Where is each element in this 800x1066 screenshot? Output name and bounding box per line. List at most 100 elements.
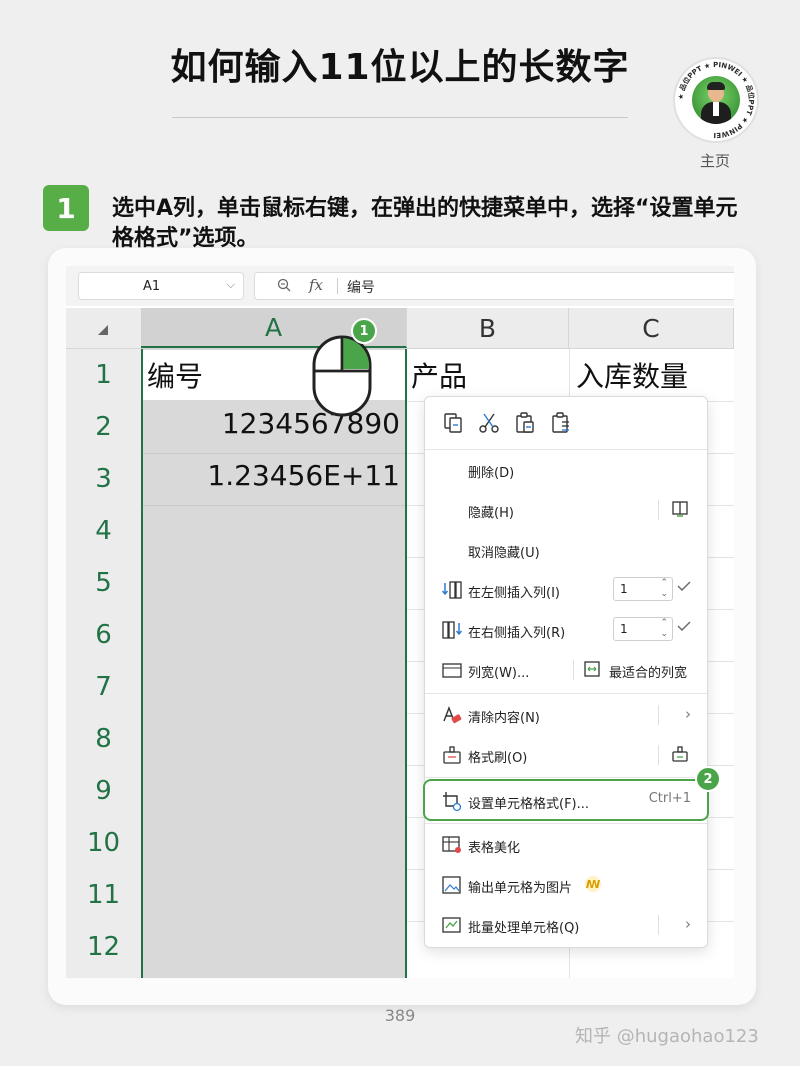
stepper-value: 1 bbox=[620, 622, 628, 636]
cell-a3[interactable]: 1.23456E+11 bbox=[207, 459, 400, 492]
confirm-check-icon[interactable] bbox=[677, 581, 691, 591]
row-header-6[interactable]: 6 bbox=[66, 609, 141, 661]
column-a-selection[interactable] bbox=[141, 349, 407, 978]
paste-icon[interactable] bbox=[513, 411, 537, 435]
insert-left-count-stepper[interactable]: 1 ⌃ ⌄ bbox=[613, 577, 673, 601]
menu-separator bbox=[425, 777, 707, 778]
menu-item-export-image[interactable]: 输出单元格为图片 ꟿ bbox=[425, 865, 707, 905]
spreadsheet-screen: A1 ⌵ fx 编号 A B C 1 2 3 4 5 6 7 8 9 10 11 bbox=[66, 266, 734, 978]
menu-item-label: 表格美化 bbox=[468, 841, 521, 856]
clear-content-icon bbox=[443, 706, 462, 724]
menu-item-label: 取消隐藏(U) bbox=[468, 546, 540, 561]
menu-item-format-painter[interactable]: 格式刷(O) bbox=[425, 735, 707, 775]
formula-value: 编号 bbox=[347, 280, 375, 296]
formula-divider bbox=[337, 278, 338, 294]
cell-a1[interactable]: 编号 bbox=[147, 355, 203, 395]
stepper-arrows-icon[interactable]: ⌃ ⌄ bbox=[660, 578, 668, 600]
fx-icon[interactable]: fx bbox=[309, 276, 323, 294]
menu-item-label: 隐藏(H) bbox=[468, 506, 514, 521]
row-header-10[interactable]: 10 bbox=[66, 817, 141, 869]
export-image-icon bbox=[442, 876, 461, 894]
copy-icon[interactable] bbox=[441, 411, 465, 435]
grid-line bbox=[143, 453, 405, 454]
menu-item-delete[interactable]: 删除(D) bbox=[425, 450, 707, 490]
row-header-8[interactable]: 8 bbox=[66, 713, 141, 765]
premium-badge-icon: ꟿ bbox=[585, 876, 601, 892]
row-header-12[interactable]: 12 bbox=[66, 921, 141, 973]
chevron-down-icon[interactable]: ⌵ bbox=[227, 278, 235, 292]
title-divider bbox=[172, 117, 628, 118]
column-header-row: A B C bbox=[66, 308, 734, 349]
menu-item-label: 在左侧插入列(I) bbox=[468, 586, 560, 601]
format-painter-icon bbox=[443, 746, 461, 764]
watermark: 知乎 @hugaohao123 bbox=[575, 1026, 759, 1047]
zoom-icon[interactable] bbox=[277, 278, 291, 292]
row-header-1[interactable]: 1 bbox=[66, 349, 141, 401]
name-box-value: A1 bbox=[143, 279, 161, 294]
row-header-5[interactable]: 5 bbox=[66, 557, 141, 609]
row-header-3[interactable]: 3 bbox=[66, 453, 141, 505]
step-marker-2: 2 bbox=[695, 766, 721, 792]
menu-item-clear-content[interactable]: 清除内容(N) › bbox=[425, 695, 707, 735]
select-all-corner[interactable] bbox=[66, 308, 141, 348]
menu-separator bbox=[425, 823, 707, 824]
step-marker-1: 1 bbox=[351, 318, 377, 344]
row-header-column: 1 2 3 4 5 6 7 8 9 10 11 12 bbox=[66, 349, 141, 978]
name-box[interactable]: A1 ⌵ bbox=[78, 272, 244, 300]
step-instruction: 选中A列，单击鼠标右键，在弹出的快捷菜单中，选择“设置单元格格式”选项。 bbox=[112, 196, 738, 251]
chevron-right-icon[interactable]: › bbox=[685, 915, 691, 933]
cut-icon[interactable] bbox=[477, 411, 501, 435]
chevron-right-icon[interactable]: › bbox=[685, 705, 691, 723]
confirm-check-icon[interactable] bbox=[677, 621, 691, 631]
menu-item-divider bbox=[658, 745, 659, 765]
avatar-photo bbox=[692, 76, 740, 124]
row-header-11[interactable]: 11 bbox=[66, 869, 141, 921]
menu-item-table-beautify[interactable]: 表格美化 bbox=[425, 825, 707, 865]
insert-column-left-icon bbox=[441, 581, 462, 599]
menu-item-hide[interactable]: 隐藏(H) bbox=[425, 490, 707, 530]
menu-item-format-cells[interactable]: 设置单元格格式(F)... Ctrl+1 bbox=[423, 779, 709, 821]
home-link[interactable]: 主页 bbox=[690, 150, 740, 171]
menu-item-divider bbox=[658, 915, 659, 935]
cell-b1[interactable]: 产品 bbox=[411, 355, 467, 395]
menu-item-label: 批量处理单元格(Q) bbox=[468, 921, 580, 936]
row-header-7[interactable]: 7 bbox=[66, 661, 141, 713]
paste-special-icon[interactable] bbox=[549, 411, 573, 435]
menu-item-label: 删除(D) bbox=[468, 466, 515, 481]
menu-toolbar bbox=[441, 411, 641, 437]
stepper-arrows-icon[interactable]: ⌃ ⌄ bbox=[660, 618, 668, 640]
author-avatar[interactable]: ★ 品位PPT ★ PINWEI ★ 品位PPT ★ PINWEI bbox=[673, 57, 759, 143]
menu-item-insert-left[interactable]: 在左侧插入列(I) 1 ⌃ ⌄ bbox=[425, 570, 707, 610]
row-header-9[interactable]: 9 bbox=[66, 765, 141, 817]
formula-input[interactable]: fx 编号 bbox=[254, 272, 734, 300]
menu-item-label: 在右侧插入列(R) bbox=[468, 626, 566, 641]
menu-item-label: 输出单元格为图片 bbox=[468, 881, 573, 896]
menu-item-column-width[interactable]: 列宽(W)... 最适合的列宽 bbox=[425, 650, 707, 690]
menu-item-label: 设置单元格格式(F)... bbox=[468, 797, 590, 812]
format-painter-brush-icon[interactable] bbox=[671, 745, 689, 763]
column-header-c[interactable]: C bbox=[569, 308, 734, 348]
row-header-4[interactable]: 4 bbox=[66, 505, 141, 557]
best-fit-width-icon[interactable] bbox=[583, 660, 601, 678]
shortcut-label: Ctrl+1 bbox=[648, 791, 691, 806]
best-fit-width-label[interactable]: 最适合的列宽 bbox=[609, 662, 687, 681]
page-number: 389 bbox=[384, 1006, 416, 1025]
hide-column-icon[interactable] bbox=[671, 500, 689, 518]
stepper-value: 1 bbox=[620, 582, 628, 596]
menu-item-unhide[interactable]: 取消隐藏(U) bbox=[425, 530, 707, 570]
mouse-icon bbox=[312, 335, 372, 417]
menu-item-batch-process[interactable]: 批量处理单元格(Q) › bbox=[425, 905, 707, 945]
cell-c1[interactable]: 入库数量 bbox=[576, 355, 688, 395]
menu-item-label: 清除内容(N) bbox=[468, 711, 540, 726]
formula-bar: A1 ⌵ fx 编号 bbox=[66, 266, 734, 306]
context-menu: 删除(D) 隐藏(H) 取消隐藏(U) 在左侧插入列(I) 1 ⌃ ⌄ 在右侧插… bbox=[423, 396, 721, 948]
menu-item-divider bbox=[658, 500, 659, 520]
insert-right-count-stepper[interactable]: 1 ⌃ ⌄ bbox=[613, 617, 673, 641]
column-width-icon bbox=[442, 663, 462, 678]
menu-item-insert-right[interactable]: 在右侧插入列(R) 1 ⌃ ⌄ bbox=[425, 610, 707, 650]
menu-item-divider bbox=[658, 705, 659, 725]
column-header-b[interactable]: B bbox=[407, 308, 569, 348]
format-cells-icon bbox=[443, 792, 462, 812]
row-header-2[interactable]: 2 bbox=[66, 401, 141, 453]
menu-item-divider bbox=[573, 660, 574, 680]
